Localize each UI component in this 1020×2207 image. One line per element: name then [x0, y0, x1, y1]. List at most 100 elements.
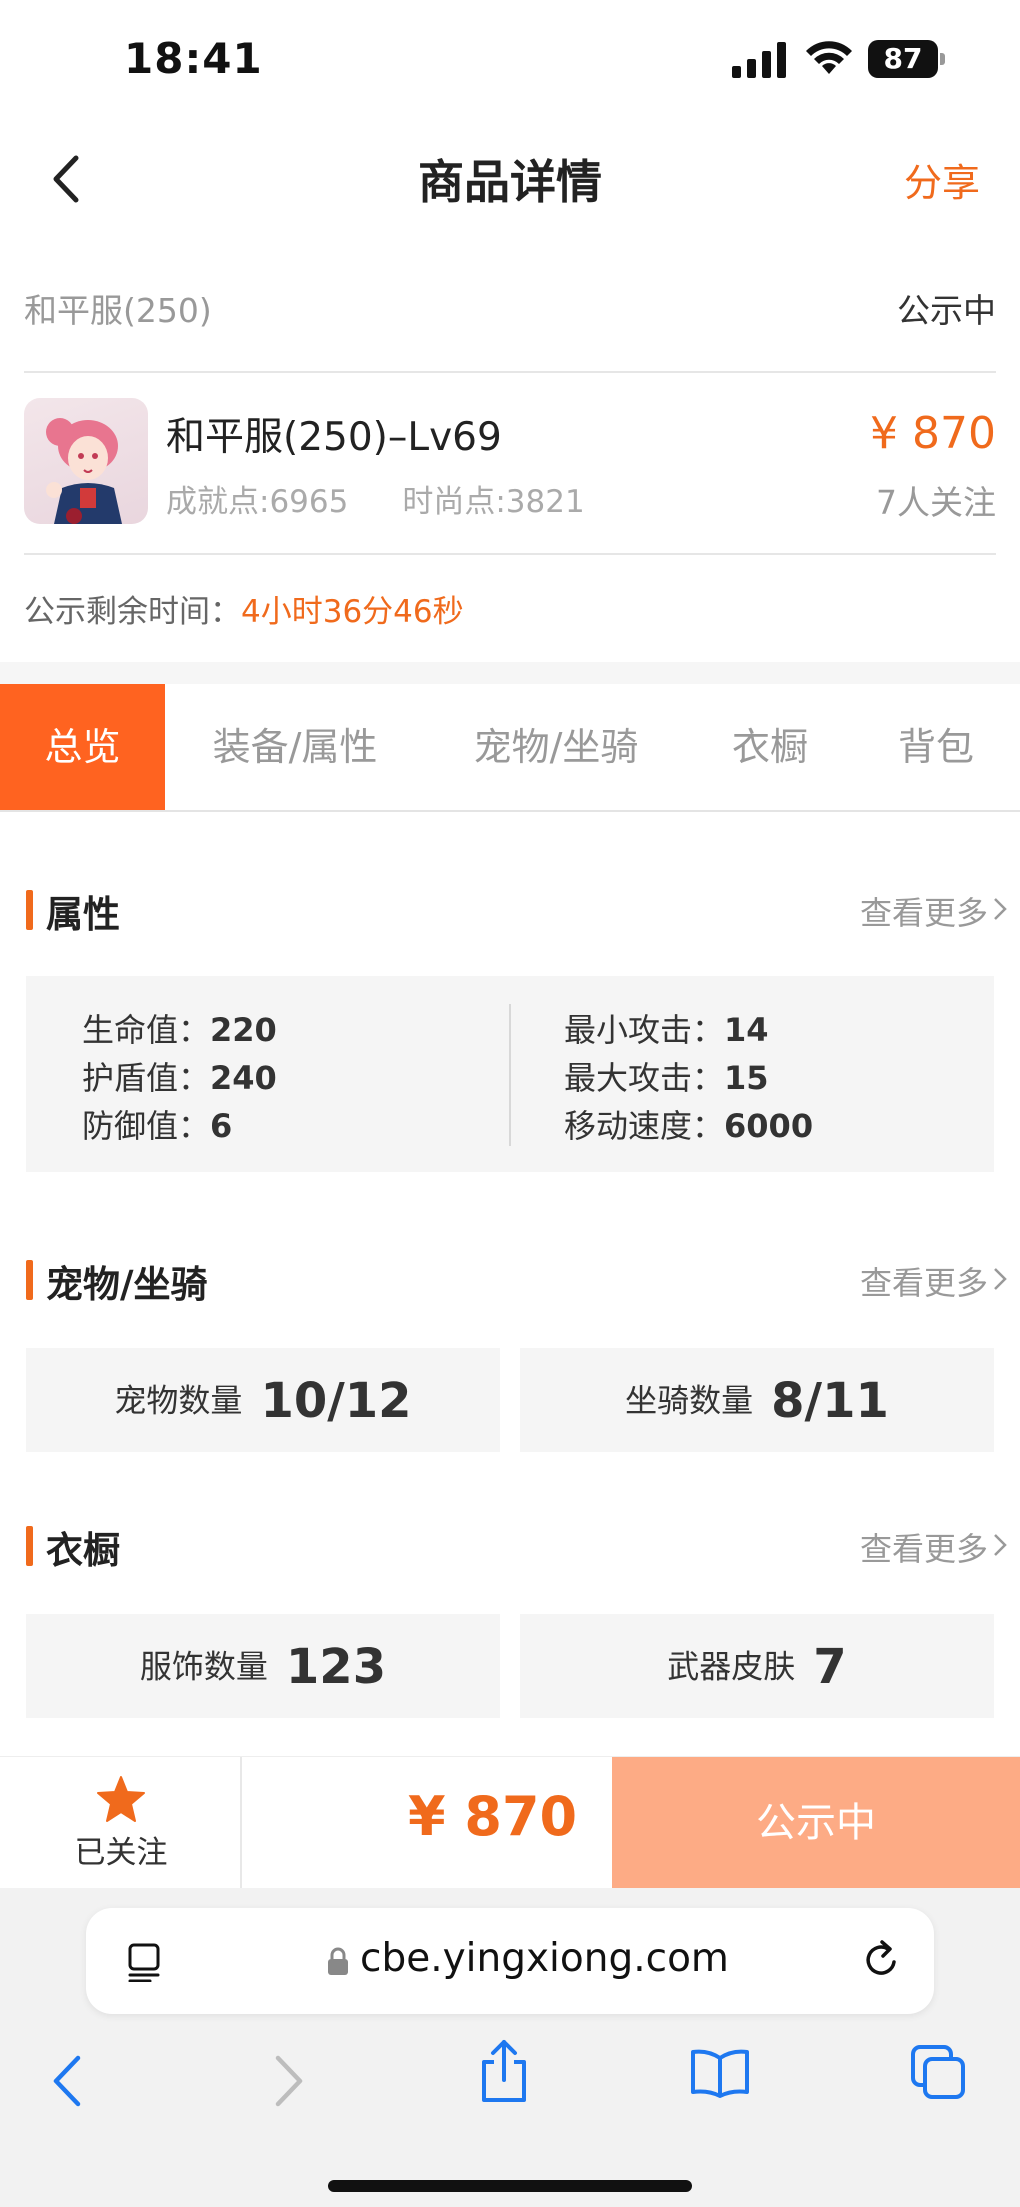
chevron-right-icon — [994, 1534, 1007, 1556]
lock-icon — [328, 1947, 348, 1975]
product-title: 和平服(250)–Lv69 — [166, 415, 502, 460]
attribute-row: 护盾值：240 — [82, 1054, 277, 1102]
navigation-bar: 商品详情 分享 — [0, 118, 1020, 238]
listing-status: 公示中 — [897, 291, 996, 330]
section-title: 宠物/坐骑 — [46, 1263, 208, 1306]
bottom-price: ¥ 870 — [408, 1785, 578, 1848]
tab-wardrobe[interactable]: 衣橱 — [712, 684, 828, 810]
attribute-key: 防御值： — [82, 1107, 211, 1145]
character-avatar — [24, 398, 148, 524]
stat-label: 服饰数量 — [139, 1647, 268, 1686]
tab-backpack[interactable]: 背包 — [878, 684, 994, 810]
stat-label: 坐骑数量 — [625, 1381, 754, 1420]
divider — [24, 553, 996, 555]
follow-button[interactable]: 已关注 — [0, 1757, 242, 1889]
attributes-section-header: 属性 查看更多 — [26, 884, 1007, 936]
achievement-points: 成就点:6965 — [166, 484, 349, 520]
section-accent-bar — [26, 890, 33, 930]
attribute-row: 防御值：6 — [82, 1102, 277, 1150]
share-icon[interactable] — [478, 2038, 530, 2104]
attributes-panel: 生命值：220 护盾值：240 防御值：6 最小攻击：14 最大攻击：15 移动… — [26, 976, 994, 1172]
attributes-left-column: 生命值：220 护盾值：240 防御值：6 — [82, 1006, 277, 1150]
attribute-key: 最大攻击： — [564, 1059, 725, 1097]
attribute-key: 护盾值： — [82, 1059, 211, 1097]
stat-value: 8/11 — [771, 1372, 889, 1429]
publicity-status-button[interactable]: 公示中 — [612, 1757, 1020, 1889]
pets-section-header: 宠物/坐骑 查看更多 — [26, 1254, 1007, 1306]
page-title: 商品详情 — [418, 155, 602, 209]
stat-label: 宠物数量 — [114, 1381, 243, 1420]
reload-icon[interactable] — [860, 1938, 904, 1982]
cellular-signal-icon — [732, 42, 786, 78]
wardrobe-view-more-link[interactable]: 查看更多 — [860, 1524, 988, 1570]
reader-format-icon[interactable] — [126, 1942, 166, 1982]
attribute-value: 6 — [210, 1107, 233, 1145]
browser-forward-icon[interactable] — [272, 2054, 306, 2108]
attribute-value: 14 — [724, 1011, 769, 1049]
attribute-value: 6000 — [724, 1107, 814, 1145]
attribute-value: 220 — [210, 1011, 277, 1049]
status-time: 18:41 — [124, 34, 263, 83]
stat-label: 武器皮肤 — [667, 1647, 796, 1686]
tab-overview[interactable]: 总览 — [0, 684, 165, 810]
weapon-skin-count-card: 武器皮肤 7 — [520, 1614, 994, 1718]
url-text: cbe.yingxiong.com — [360, 1936, 729, 1981]
follower-count: 7人关注 — [876, 483, 996, 522]
attribute-row: 最小攻击：14 — [564, 1006, 813, 1054]
fashion-points: 时尚点:3821 — [402, 484, 585, 520]
bookmarks-icon[interactable] — [690, 2048, 750, 2098]
home-indicator — [328, 2180, 692, 2192]
chevron-right-icon — [994, 898, 1007, 920]
outfit-count-card: 服饰数量 123 — [26, 1614, 500, 1718]
section-title: 衣橱 — [46, 1529, 120, 1572]
attribute-row: 移动速度：6000 — [564, 1102, 813, 1150]
attribute-row: 最大攻击：15 — [564, 1054, 813, 1102]
stat-value: 123 — [285, 1638, 387, 1695]
wardrobe-section-header: 衣橱 查看更多 — [26, 1520, 1007, 1572]
view-more-label: 查看更多 — [859, 1530, 988, 1568]
section-title: 属性 — [46, 893, 120, 936]
publicity-countdown: 公示剩余时间：4小时36分46秒 — [24, 586, 464, 631]
server-row: 和平服(250) 公示中 — [24, 284, 996, 344]
stat-value: 10/12 — [260, 1372, 412, 1429]
star-icon — [97, 1776, 145, 1822]
section-accent-bar — [26, 1260, 33, 1300]
attribute-value: 240 — [210, 1059, 277, 1097]
product-stats: 成就点:6965 时尚点:3821 — [166, 476, 639, 521]
character-portrait-icon — [46, 418, 122, 524]
product-price: ¥ 870 — [870, 408, 996, 459]
section-gap — [0, 662, 1020, 684]
view-more-label: 查看更多 — [859, 894, 988, 932]
browser-back-icon[interactable] — [50, 2054, 84, 2108]
server-name: 和平服(250) — [24, 291, 212, 330]
tab-pets-mounts[interactable]: 宠物/坐骑 — [456, 684, 656, 810]
tabs-overview-icon[interactable] — [910, 2044, 966, 2100]
attributes-view-more-link[interactable]: 查看更多 — [860, 888, 988, 934]
mount-count-card: 坐骑数量 8/11 — [520, 1348, 994, 1452]
attribute-row: 生命值：220 — [82, 1006, 277, 1054]
pet-count-card: 宠物数量 10/12 — [26, 1348, 500, 1452]
battery-icon: 87 — [868, 40, 945, 78]
bottom-action-bar: 已关注 ¥ 870 公示中 — [0, 1756, 1020, 1889]
status-bar: 18:41 87 — [0, 0, 1020, 118]
countdown-label: 公示剩余时间： — [24, 594, 241, 630]
share-button[interactable]: 分享 — [904, 152, 980, 207]
attribute-value: 15 — [724, 1059, 769, 1097]
countdown-value: 4小时36分46秒 — [241, 594, 464, 630]
divider — [24, 371, 996, 373]
pets-view-more-link[interactable]: 查看更多 — [860, 1258, 988, 1304]
column-divider — [509, 1004, 511, 1146]
attributes-right-column: 最小攻击：14 最大攻击：15 移动速度：6000 — [564, 1006, 813, 1150]
tab-bar: 总览 装备/属性 宠物/坐骑 衣橱 背包 — [0, 684, 1020, 812]
attribute-key: 移动速度： — [564, 1107, 725, 1145]
attribute-key: 最小攻击： — [564, 1011, 725, 1049]
chevron-right-icon — [994, 1268, 1007, 1290]
follow-label: 已关注 — [74, 1835, 168, 1871]
browser-toolbar: cbe.yingxiong.com — [0, 1888, 1020, 2207]
battery-level: 87 — [868, 40, 938, 78]
wifi-icon — [806, 41, 852, 74]
address-bar[interactable]: cbe.yingxiong.com — [86, 1908, 934, 2014]
section-accent-bar — [26, 1526, 33, 1566]
view-more-label: 查看更多 — [859, 1264, 988, 1302]
tab-equipment-attributes[interactable]: 装备/属性 — [190, 684, 400, 810]
